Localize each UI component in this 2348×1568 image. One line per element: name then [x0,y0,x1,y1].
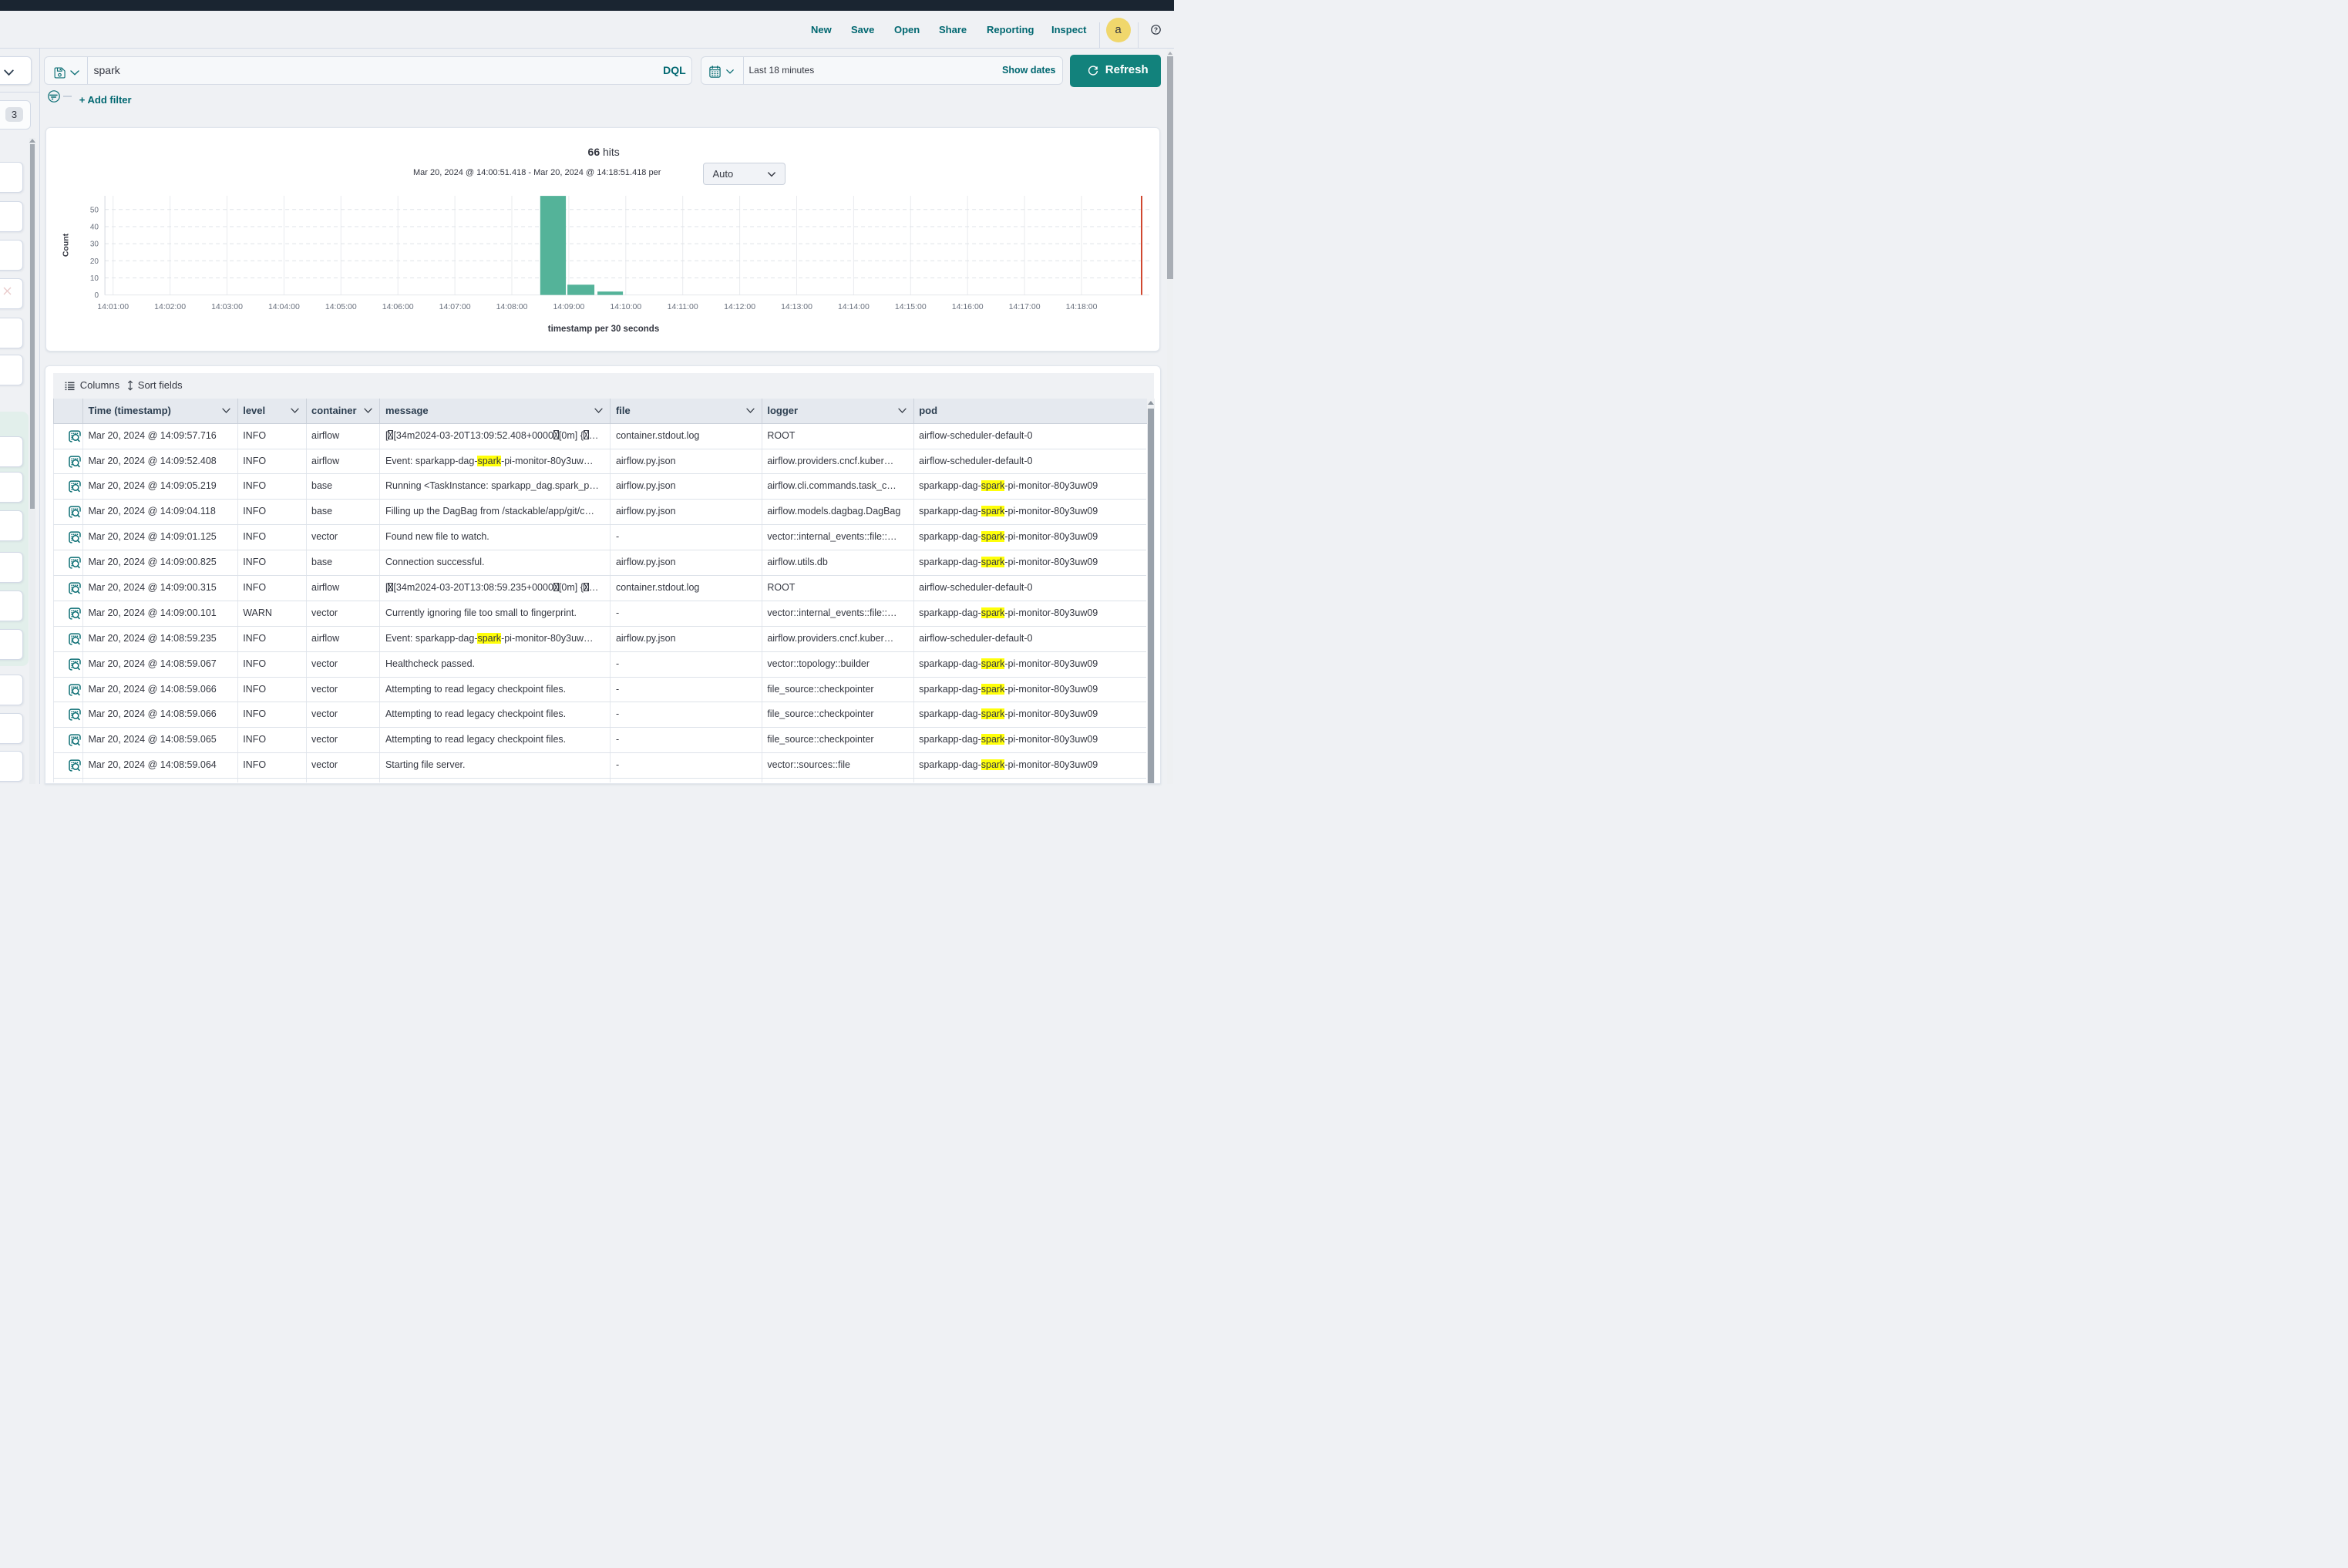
svg-text:40: 40 [90,223,99,231]
svg-text:50: 50 [90,206,99,214]
svg-text:14:06:00: 14:06:00 [382,302,414,311]
svg-text:10: 10 [90,274,99,283]
svg-text:timestamp per 30 seconds: timestamp per 30 seconds [548,325,659,334]
svg-text:Count: Count [61,233,70,257]
svg-text:14:16:00: 14:16:00 [952,302,984,311]
svg-text:20: 20 [90,257,99,266]
svg-text:14:11:00: 14:11:00 [668,302,698,311]
svg-text:?: ? [1154,26,1158,34]
svg-text:14:18:00: 14:18:00 [1065,302,1097,311]
svg-text:14:09:00: 14:09:00 [553,302,584,311]
svg-text:14:07:00: 14:07:00 [439,302,471,311]
svg-text:14:13:00: 14:13:00 [781,302,812,311]
svg-text:14:05:00: 14:05:00 [325,302,357,311]
svg-text:14:04:00: 14:04:00 [268,302,300,311]
svg-text:14:02:00: 14:02:00 [154,302,186,311]
svg-text:14:03:00: 14:03:00 [211,302,243,311]
svg-text:14:14:00: 14:14:00 [838,302,870,311]
svg-text:14:01:00: 14:01:00 [97,302,129,311]
svg-text:14:12:00: 14:12:00 [724,302,755,311]
svg-text:14:08:00: 14:08:00 [496,302,527,311]
svg-text:14:15:00: 14:15:00 [895,302,927,311]
svg-text:14:10:00: 14:10:00 [610,302,641,311]
svg-text:0: 0 [94,291,99,300]
svg-text:14:17:00: 14:17:00 [1009,302,1041,311]
svg-text:30: 30 [90,241,99,249]
